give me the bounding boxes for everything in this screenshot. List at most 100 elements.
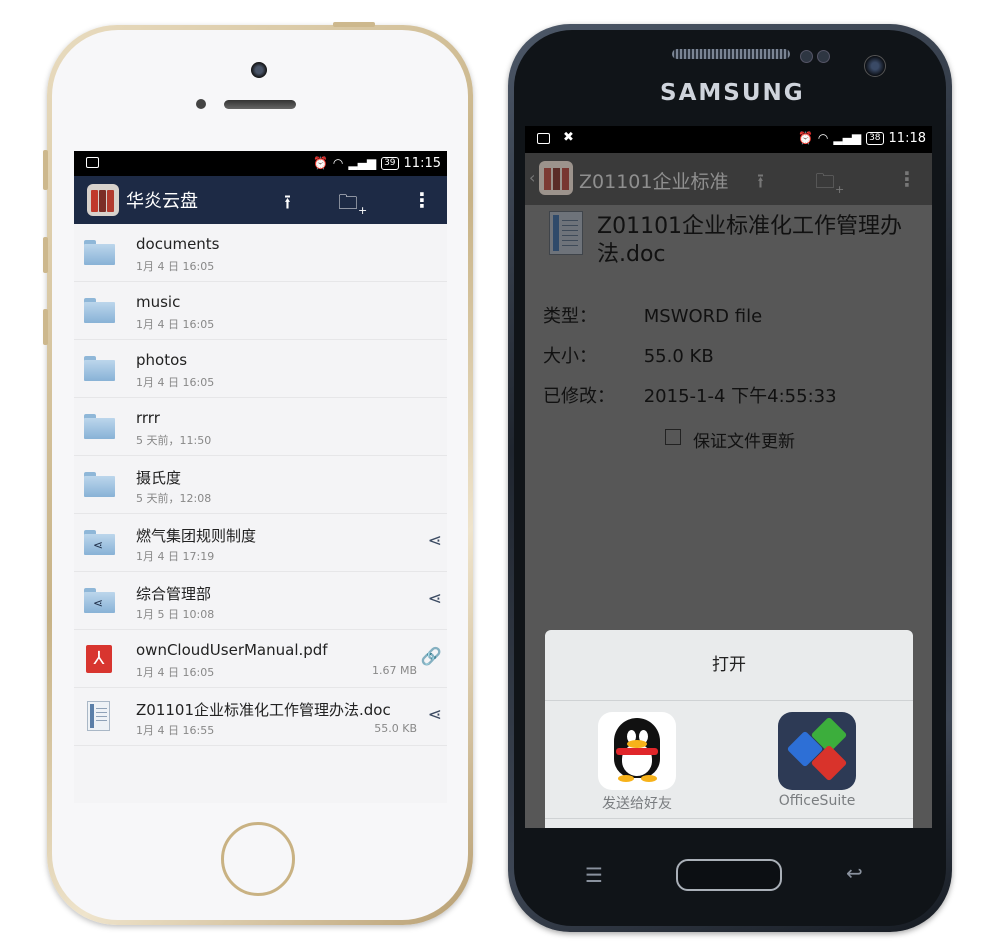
alarm-icon: ⏰ <box>797 131 813 145</box>
proximity-sensor <box>196 99 206 109</box>
file-row[interactable]: photos 1月 4 日 16:05 <box>74 340 447 398</box>
file-date: 1月 4 日 16:05 <box>136 318 215 331</box>
app-bar: 华炎云盘 ⭱ 🗀+ ⋮ <box>74 176 447 224</box>
file-row[interactable]: Z01101企业标准化工作管理办法.doc 1月 4 日 16:55 55.0 KB… <box>74 688 447 746</box>
keep-updated-checkbox[interactable] <box>665 429 681 445</box>
new-folder-icon[interactable]: 🗀+ <box>338 188 367 222</box>
file-date: 1月 4 日 16:05 <box>136 376 215 389</box>
front-camera <box>251 62 267 78</box>
alarm-icon: ⏰ <box>312 156 328 170</box>
status-bar: ✖ ⏰ ◠ ▂▄▆ 38 11:18 <box>525 126 932 153</box>
folder-icon <box>84 298 115 323</box>
left-phone-screen: ⏰ ◠ ▂▄▆ 39 11:15 华炎云盘 ⭱ 🗀+ ⋮ documents 1月… <box>74 151 447 803</box>
folder-icon <box>84 240 115 265</box>
doc-file-icon <box>549 211 583 255</box>
menu-key-icon[interactable]: ☰ <box>585 863 603 887</box>
file-name: rrrr <box>136 409 160 427</box>
share-icon[interactable]: ⋖ <box>428 705 442 725</box>
app-option-officesuite[interactable]: OfficeSuite <box>747 712 887 809</box>
open-with-dialog: 打开 发送给好友 OfficeSuite 取消 <box>545 630 913 828</box>
app-option-qq[interactable]: 发送给好友 <box>567 712 707 813</box>
prop-size: 大小： 55.0 KB <box>543 342 714 368</box>
brand-logo: SAMSUNG <box>660 80 805 106</box>
file-name: 综合管理部 <box>136 585 212 603</box>
folder-icon <box>84 472 115 497</box>
file-list: documents 1月 4 日 16:05 music 1月 4 日 16:05 ph… <box>74 224 447 746</box>
prop-value: 2015-1-4 下午4:55:33 <box>643 386 837 407</box>
wifi-icon: ◠ <box>332 156 344 170</box>
file-row[interactable]: rrrr 5 天前，11:50 <box>74 398 447 456</box>
dialog-divider <box>545 818 913 828</box>
new-folder-icon[interactable]: 🗀+ <box>815 167 844 201</box>
file-size: 1.67 MB <box>371 664 417 677</box>
file-name: ownCloudUserManual.pdf <box>136 641 328 659</box>
pdf-file-icon: ⅄ <box>86 645 112 673</box>
file-name: 燃气集团规则制度 <box>136 527 257 545</box>
signal-icon: ▂▄▆ <box>833 131 862 145</box>
front-camera <box>864 55 886 77</box>
share-icon[interactable]: ⋖ <box>428 531 442 551</box>
file-size: 55.0 KB <box>374 722 417 735</box>
file-row[interactable]: documents 1月 4 日 16:05 <box>74 224 447 282</box>
status-bar: ⏰ ◠ ▂▄▆ 39 11:15 <box>74 151 447 176</box>
earpiece-speaker <box>672 49 790 59</box>
file-date: 5 天前，11:50 <box>136 434 212 447</box>
app-title: 华炎云盘 <box>126 191 198 212</box>
file-row[interactable]: 摄氏度 5 天前，12:08 <box>74 456 447 514</box>
upload-icon[interactable]: ⭱ <box>284 188 291 222</box>
usb-debug-icon: ✖ <box>563 130 574 145</box>
gallery-notification-icon <box>537 133 550 144</box>
file-name: music <box>136 293 181 311</box>
power-button <box>333 22 375 27</box>
clock: 11:15 <box>403 155 441 171</box>
wifi-icon: ◠ <box>817 131 829 145</box>
app-logo[interactable] <box>539 161 573 195</box>
volume-up-button <box>43 237 48 273</box>
app-option-label: 发送给好友 <box>602 796 672 812</box>
signal-icon: ▂▄▆ <box>348 156 377 170</box>
prop-value: 55.0 KB <box>643 346 714 367</box>
file-detail-panel: Z01101企业标准化工作管理办法.doc 类型： MSWORD file 大小… <box>525 205 932 828</box>
upload-icon[interactable]: ⭱ <box>757 167 764 201</box>
battery-icon: 39 <box>381 156 399 170</box>
qq-penguin-icon[interactable] <box>598 712 676 790</box>
home-button[interactable] <box>676 859 782 891</box>
folder-icon <box>84 356 115 381</box>
link-icon[interactable]: 🔗 <box>421 647 442 667</box>
share-icon[interactable]: ⋖ <box>428 589 442 609</box>
file-date: 1月 4 日 17:19 <box>136 550 215 563</box>
keep-updated-label: 保证文件更新 <box>693 432 795 452</box>
shared-folder-icon: ⋖ <box>84 588 115 613</box>
earpiece-speaker <box>224 100 296 109</box>
folder-icon <box>84 414 115 439</box>
overflow-menu-icon[interactable]: ⋮ <box>897 167 917 191</box>
shared-folder-icon: ⋖ <box>84 530 115 555</box>
file-date: 5 天前，12:08 <box>136 492 212 505</box>
app-bar: ‹ Z01101企业标准 ⭱ 🗀+ ⋮ <box>525 153 932 205</box>
prop-key: 大小： <box>543 346 597 367</box>
file-row[interactable]: music 1月 4 日 16:05 <box>74 282 447 340</box>
right-phone-screen: ✖ ⏰ ◠ ▂▄▆ 38 11:18 ‹ Z01101企业标准 ⭱ 🗀+ ⋮ Z… <box>525 126 932 828</box>
prop-type: 类型： MSWORD file <box>543 302 762 328</box>
file-date: 1月 5 日 10:08 <box>136 608 215 621</box>
back-key-icon[interactable]: ↩ <box>846 861 863 885</box>
file-row[interactable]: ⋖ 综合管理部 1月 5 日 10:08 ⋖ <box>74 572 447 630</box>
prop-value: MSWORD file <box>643 306 763 327</box>
overflow-menu-icon[interactable]: ⋮ <box>412 188 432 212</box>
file-name: Z01101企业标准化工作管理办法.doc <box>136 701 391 719</box>
dialog-title: 打开 <box>545 630 913 701</box>
app-option-label: OfficeSuite <box>778 793 856 809</box>
prop-key: 类型： <box>543 306 597 327</box>
file-date: 1月 4 日 16:05 <box>136 260 215 273</box>
prop-key: 已修改： <box>543 386 615 407</box>
detail-filename: Z01101企业标准化工作管理办法.doc <box>597 214 903 267</box>
gallery-notification-icon <box>86 157 99 168</box>
back-caret-icon[interactable]: ‹ <box>529 168 535 187</box>
home-button[interactable] <box>221 822 295 896</box>
officesuite-icon[interactable] <box>778 712 856 790</box>
file-date: 1月 4 日 16:55 <box>136 724 215 737</box>
file-row[interactable]: ⋖ 燃气集团规则制度 1月 4 日 17:19 ⋖ <box>74 514 447 572</box>
app-logo[interactable] <box>87 184 119 216</box>
file-row[interactable]: ⅄ ownCloudUserManual.pdf 1月 4 日 16:05 1.67 … <box>74 630 447 688</box>
file-name: documents <box>136 235 220 253</box>
